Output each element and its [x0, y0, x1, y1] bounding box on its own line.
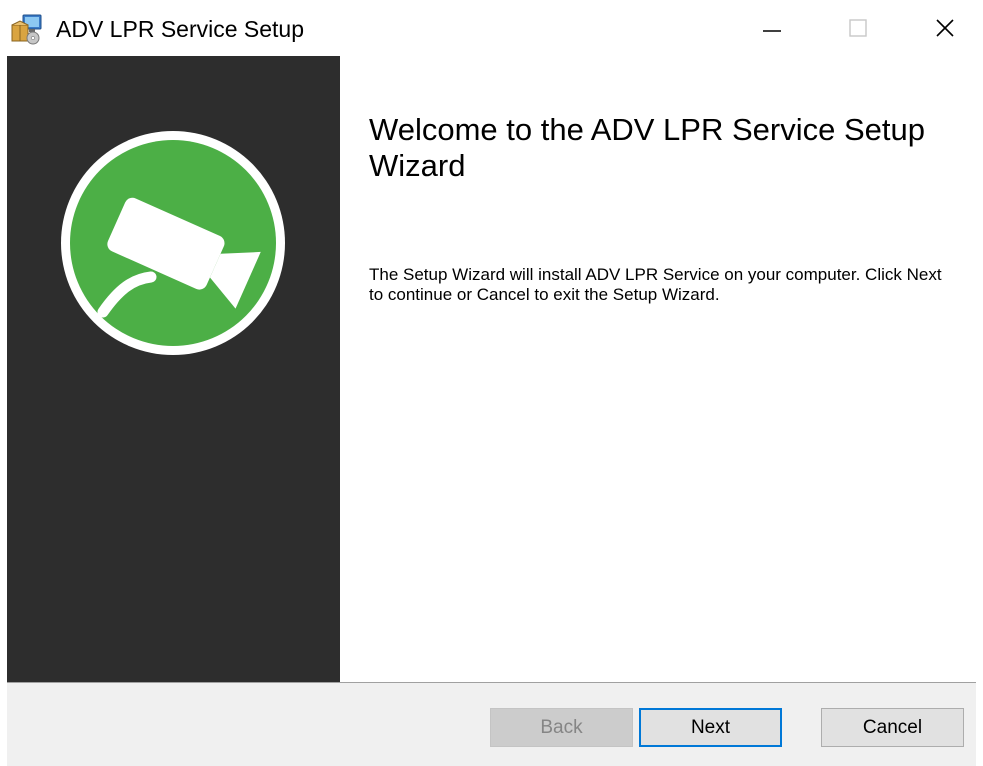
installer-package-icon [9, 13, 43, 45]
welcome-heading: Welcome to the ADV LPR Service Setup Wiz… [369, 112, 925, 183]
minimize-icon [762, 18, 782, 38]
title-bar[interactable]: ADV LPR Service Setup [0, 0, 983, 56]
welcome-description: The Setup Wizard will install ADV LPR Se… [369, 265, 942, 304]
wizard-banner [7, 56, 340, 682]
maximize-icon [848, 18, 868, 38]
close-button[interactable] [910, 0, 980, 56]
minimize-button[interactable] [737, 0, 807, 56]
maximize-button [823, 0, 893, 56]
back-button: Back [490, 708, 633, 747]
window-frame-right [976, 56, 983, 766]
wizard-footer: Back Next Cancel [7, 683, 976, 766]
setup-wizard-window: ADV LPR Service Setup Welcome to the ADV… [0, 0, 983, 766]
close-icon [935, 18, 955, 38]
window-title: ADV LPR Service Setup [56, 16, 305, 42]
security-camera-icon [59, 129, 287, 357]
window-frame-left [0, 56, 7, 766]
next-button[interactable]: Next [639, 708, 782, 747]
cancel-button[interactable]: Cancel [821, 708, 964, 747]
wizard-content: Welcome to the ADV LPR Service Setup Wiz… [340, 56, 976, 682]
